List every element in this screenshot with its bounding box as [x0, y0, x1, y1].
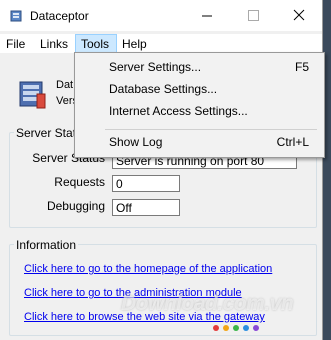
menu-bar: File Links Tools Help [0, 34, 322, 53]
menu-separator [105, 129, 317, 130]
watermark-dots-icon [213, 325, 259, 331]
watermark-text: Download.com.vn [121, 292, 294, 315]
menu-help[interactable]: Help [122, 37, 147, 51]
homepage-link[interactable]: Click here to go to the homepage of the … [24, 263, 272, 275]
maximize-icon[interactable] [230, 0, 276, 31]
database-server-icon [19, 81, 46, 109]
close-icon[interactable] [276, 0, 322, 31]
minimize-icon[interactable] [184, 0, 230, 31]
requests-field[interactable]: 0 [112, 175, 180, 192]
menu-item-database-settings[interactable]: Database Settings... [76, 78, 321, 100]
app-name-text: Dat [56, 79, 74, 91]
menu-item-label: Show Log [109, 135, 163, 149]
menu-item-label: Internet Access Settings... [109, 104, 248, 118]
menu-item-shortcut: F5 [294, 60, 309, 74]
menu-item-shortcut: Ctrl+L [276, 135, 309, 149]
title-bar[interactable]: Dataceptor [0, 0, 322, 31]
debugging-label: Debugging [46, 199, 105, 213]
menu-item-label: Database Settings... [109, 82, 218, 96]
window-title: Dataceptor [30, 9, 89, 23]
app-window: Dataceptor File Links Tools Help Dat Ver… [0, 0, 323, 340]
app-icon [10, 10, 22, 22]
menu-item-internet-access-settings[interactable]: Internet Access Settings... [76, 100, 321, 122]
menu-tools-label: Tools [81, 37, 110, 51]
menu-links[interactable]: Links [40, 37, 68, 51]
menu-file[interactable]: File [6, 37, 25, 51]
requests-label: Requests [54, 175, 105, 189]
tools-dropdown-menu: Server Settings... F5 Database Settings.… [74, 52, 325, 158]
menu-item-show-log[interactable]: Show Log Ctrl+L [76, 131, 321, 153]
information-group-label: Information [14, 238, 79, 252]
menu-item-label: Server Settings... [109, 60, 202, 74]
menu-item-server-settings[interactable]: Server Settings... F5 [76, 56, 321, 78]
debugging-field[interactable]: Off [112, 199, 180, 216]
menu-tools[interactable]: Tools [75, 34, 117, 53]
